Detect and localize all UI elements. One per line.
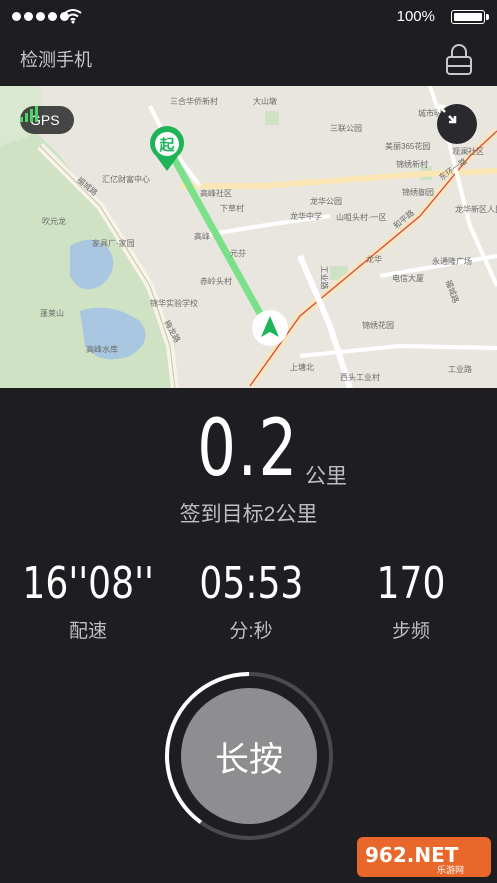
- map-label: 锦绣御园: [402, 188, 434, 197]
- map-label: 汇亿财富中心: [102, 175, 150, 184]
- map-label: 工业路: [448, 365, 472, 374]
- stat-label: 步频: [391, 621, 430, 642]
- map-label: 元芬: [230, 249, 246, 258]
- map-label: 电信大厦: [392, 274, 424, 283]
- watermark-logo: 962.NET 乐游网: [357, 837, 491, 877]
- stat-label: 分:秒: [229, 621, 273, 642]
- stat-cadence: 170 步频: [326, 562, 496, 643]
- map-label: 龙华公园: [310, 197, 342, 206]
- expand-map-button[interactable]: [437, 104, 477, 144]
- lock-icon[interactable]: [445, 42, 473, 76]
- map-label: 三合华侨新村: [170, 97, 218, 106]
- map-label: 大山墩: [253, 97, 277, 106]
- map-label: 山咀头村·一区: [336, 213, 387, 222]
- route-map[interactable]: 三合华侨新村 大山墩 三联公园 城市明珠 美丽365花园 锦绣新村 汇亿财富中心…: [0, 86, 497, 388]
- map-label: 工业路: [319, 265, 329, 290]
- expand-icon: [437, 104, 457, 124]
- hold-to-stop-button[interactable]: 长按: [181, 688, 317, 824]
- map-label: 下草村: [220, 204, 244, 213]
- wifi-icon: [64, 9, 82, 24]
- map-label: 龙华中学: [290, 212, 322, 221]
- stat-duration: 05:53 分:秒: [166, 562, 336, 643]
- map-label: 高峰水库: [86, 345, 118, 354]
- map-label: 锦华实验学校: [150, 299, 198, 308]
- map-label: 赤岭头村: [200, 277, 232, 286]
- stat-value: 16''08'': [22, 558, 154, 609]
- current-location-icon: [252, 310, 288, 346]
- page-title: 检测手机: [20, 50, 92, 70]
- status-bar: 100%: [0, 0, 497, 34]
- stat-pace: 16''08'' 配速: [3, 562, 173, 643]
- map-label: 高峰社区: [200, 189, 232, 198]
- battery-icon: [451, 10, 489, 24]
- map-label: 观澜社区: [452, 147, 484, 156]
- distance-display: 0.2: [0, 410, 497, 488]
- hold-button-wrap: 长按: [163, 670, 335, 842]
- map-label: 三联公园: [330, 124, 362, 133]
- svg-text:962.NET: 962.NET: [365, 843, 459, 867]
- start-marker-label: 起: [159, 137, 175, 154]
- map-label: 龙华: [366, 255, 382, 264]
- battery-percent: 100%: [396, 8, 435, 25]
- map-label: 家具厂·家园: [92, 239, 135, 248]
- nav-bar: 检测手机: [0, 34, 497, 86]
- map-canvas: [0, 86, 497, 388]
- map-label: 上塘北: [290, 363, 314, 372]
- map-label: 吹元龙: [42, 217, 66, 226]
- map-label: 龙华新区人民医院: [455, 205, 497, 214]
- map-label: 锦绣花园: [362, 321, 394, 330]
- gps-indicator: GPS: [20, 106, 74, 134]
- cell-signal-icon: [12, 12, 69, 21]
- map-label: 西头工业村: [340, 373, 380, 382]
- gps-signal-icon: [20, 106, 38, 122]
- stat-value: 05:53: [199, 558, 303, 609]
- map-label: 永通隆广场: [432, 257, 472, 266]
- map-label: 蓬莱山: [40, 309, 64, 318]
- stat-value: 170: [376, 558, 446, 609]
- stat-label: 配速: [68, 621, 107, 642]
- distance-unit: 公里: [305, 465, 347, 488]
- map-label: 锦绣新村: [396, 160, 428, 169]
- map-label: 高峰: [194, 232, 210, 241]
- goal-text: 签到目标2公里: [179, 503, 318, 526]
- map-label: 美丽365花园: [385, 142, 431, 151]
- svg-text:乐游网: 乐游网: [437, 864, 464, 876]
- start-marker: 起: [148, 126, 186, 172]
- distance-value: 0.2: [197, 404, 300, 494]
